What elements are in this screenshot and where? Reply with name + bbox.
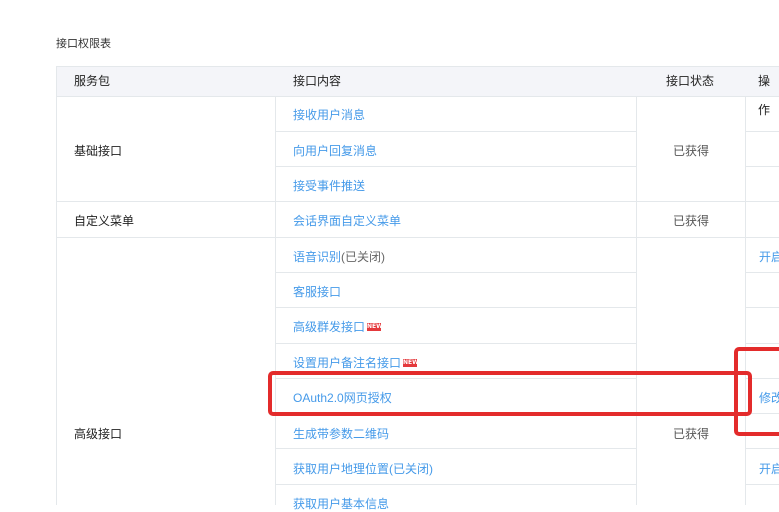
api-link-label: 接受事件推送 bbox=[293, 179, 366, 193]
column-header-package: 服务包 bbox=[74, 74, 111, 88]
status-custom-menu: 已获得 bbox=[673, 214, 710, 228]
api-link-customer-service[interactable]: 客服接口 bbox=[293, 283, 341, 300]
api-link-label: 设置用户备注名接口 bbox=[293, 356, 402, 370]
api-link-suffix: (已关闭) bbox=[389, 462, 434, 476]
divider bbox=[56, 66, 57, 505]
api-link-mass-send[interactable]: 高级群发接口 NEW bbox=[293, 318, 383, 335]
column-header-operation: 操作 bbox=[758, 74, 771, 117]
status-advanced: 已获得 bbox=[673, 427, 710, 441]
new-badge: NEW bbox=[367, 322, 383, 331]
api-link-label: 语音识别 bbox=[293, 250, 342, 264]
divider bbox=[275, 272, 636, 273]
api-link-receive-message[interactable]: 接收用户消息 bbox=[293, 106, 365, 123]
divider bbox=[745, 448, 779, 449]
api-link-user-info[interactable]: 获取用户基本信息 bbox=[293, 495, 389, 512]
divider bbox=[275, 448, 636, 449]
api-link-label: 向用户回复消息 bbox=[293, 144, 378, 158]
highlight-modify-action bbox=[734, 347, 779, 436]
api-link-qrcode[interactable]: 生成带参数二维码 bbox=[293, 425, 389, 442]
column-header-status: 接口状态 bbox=[666, 74, 715, 88]
divider bbox=[636, 96, 637, 505]
api-link-user-location[interactable]: 获取用户地理位置 (已关闭) bbox=[293, 460, 433, 477]
divider bbox=[745, 96, 746, 505]
divider bbox=[56, 201, 779, 202]
divider bbox=[745, 166, 779, 167]
divider bbox=[275, 307, 636, 308]
divider bbox=[56, 96, 779, 97]
api-link-label: 生成带参数二维码 bbox=[293, 427, 390, 441]
api-link-label: 获取用户地理位置 bbox=[293, 462, 390, 476]
divider bbox=[745, 272, 779, 273]
api-link-label: 接收用户消息 bbox=[293, 108, 366, 122]
package-basic: 基础接口 bbox=[74, 144, 123, 158]
column-header-api: 接口内容 bbox=[293, 74, 342, 88]
api-link-label: 高级群发接口 bbox=[293, 320, 366, 334]
divider bbox=[275, 343, 636, 344]
package-custom-menu: 自定义菜单 bbox=[74, 214, 135, 228]
api-link-label: 获取用户基本信息 bbox=[293, 497, 390, 511]
divider bbox=[275, 96, 276, 505]
enable-location-button[interactable]: 开启 bbox=[759, 460, 779, 477]
divider bbox=[275, 484, 636, 485]
divider bbox=[745, 484, 779, 485]
status-basic: 已获得 bbox=[673, 144, 710, 158]
highlight-oauth-row bbox=[268, 371, 752, 416]
api-link-user-remark[interactable]: 设置用户备注名接口 NEW bbox=[293, 354, 419, 371]
api-link-label: 客服接口 bbox=[293, 285, 342, 299]
divider bbox=[56, 237, 779, 238]
api-link-custom-menu[interactable]: 会话界面自定义菜单 bbox=[293, 212, 401, 229]
api-link-suffix: (已关闭) bbox=[341, 250, 386, 264]
enable-voice-button[interactable]: 开启 bbox=[759, 248, 779, 265]
divider bbox=[745, 307, 779, 308]
divider bbox=[275, 166, 636, 167]
package-advanced: 高级接口 bbox=[74, 427, 123, 441]
api-link-event-push[interactable]: 接受事件推送 bbox=[293, 177, 365, 194]
api-link-reply-message[interactable]: 向用户回复消息 bbox=[293, 142, 377, 159]
divider bbox=[745, 131, 779, 132]
divider bbox=[745, 343, 779, 344]
new-badge: NEW bbox=[403, 358, 419, 367]
divider bbox=[275, 131, 636, 132]
api-link-voice-recognition[interactable]: 语音识别 (已关闭) bbox=[293, 248, 385, 265]
api-link-label: 会话界面自定义菜单 bbox=[293, 214, 402, 228]
